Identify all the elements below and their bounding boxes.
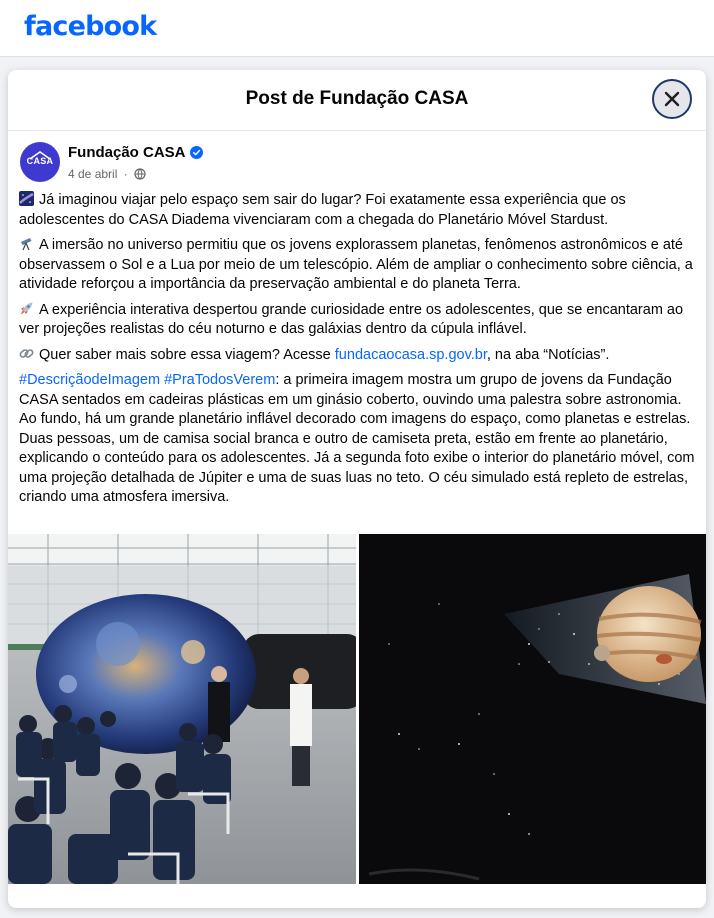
paragraph-text: A imersão no universo permitiu que os jo… (19, 237, 693, 292)
gymnasium-planetarium-photo[interactable] (8, 534, 356, 884)
modal-title: Post de Fundação CASA (245, 88, 469, 109)
website-link[interactable]: fundacaocasa.sp.gov.br (335, 347, 487, 363)
post-paragraph: Já imaginou viajar pelo espaço sem sair … (19, 191, 695, 230)
jupiter-projection-photo[interactable] (359, 534, 706, 884)
verified-badge-icon (190, 146, 203, 159)
jupiter-scene (359, 534, 706, 884)
paragraph-text: A experiência interativa despertou grand… (19, 301, 684, 338)
facebook-logo[interactable]: facebook (24, 11, 157, 42)
close-button[interactable] (652, 79, 692, 119)
paragraph-text: , na aba “Notícias”. (486, 346, 610, 363)
paragraph-text: : a primeira imagem mostra um grupo de j… (19, 372, 695, 505)
post-date[interactable]: 4 de abril (68, 167, 117, 181)
post-meta: 4 de abril · (68, 166, 146, 181)
post-text: Já imaginou viajar pelo espaço sem sair … (19, 191, 695, 514)
gymnasium-scene (8, 534, 356, 884)
paragraph-text: Quer saber mais sobre essa viagem? Acess… (39, 346, 335, 363)
meta-separator: · (123, 166, 128, 181)
post-paragraph: Quer saber mais sobre essa viagem? Acess… (19, 346, 695, 366)
link-icon (19, 348, 34, 358)
top-navigation-bar: facebook (0, 0, 714, 57)
avatar-text: CASA (26, 156, 54, 166)
milky-way-icon (19, 191, 34, 206)
avatar[interactable]: CASA (20, 142, 60, 182)
author-name[interactable]: Fundação CASA (68, 144, 186, 161)
post-paragraph: #DescriçãodeImagem #PraTodosVerem: a pri… (19, 371, 695, 508)
hashtag-link[interactable]: #DescriçãodeImagem (19, 372, 160, 388)
photo-grid (8, 534, 706, 884)
close-icon (664, 91, 680, 107)
post-paragraph: A experiência interativa despertou grand… (19, 301, 695, 340)
post-paragraph: A imersão no universo permitiu que os jo… (19, 236, 695, 295)
paragraph-text: Já imaginou viajar pelo espaço sem sair … (19, 192, 626, 228)
rocket-icon (20, 302, 33, 314)
post-modal: Post de Fundação CASA CASA Fundação CASA… (8, 70, 706, 908)
telescope-icon (21, 238, 32, 251)
globe-icon (134, 168, 146, 180)
post-author-header: CASA Fundação CASA 4 de abril · (20, 142, 680, 184)
modal-header: Post de Fundação CASA (8, 70, 706, 131)
hashtag-link[interactable]: #PraTodosVerem (164, 372, 275, 388)
